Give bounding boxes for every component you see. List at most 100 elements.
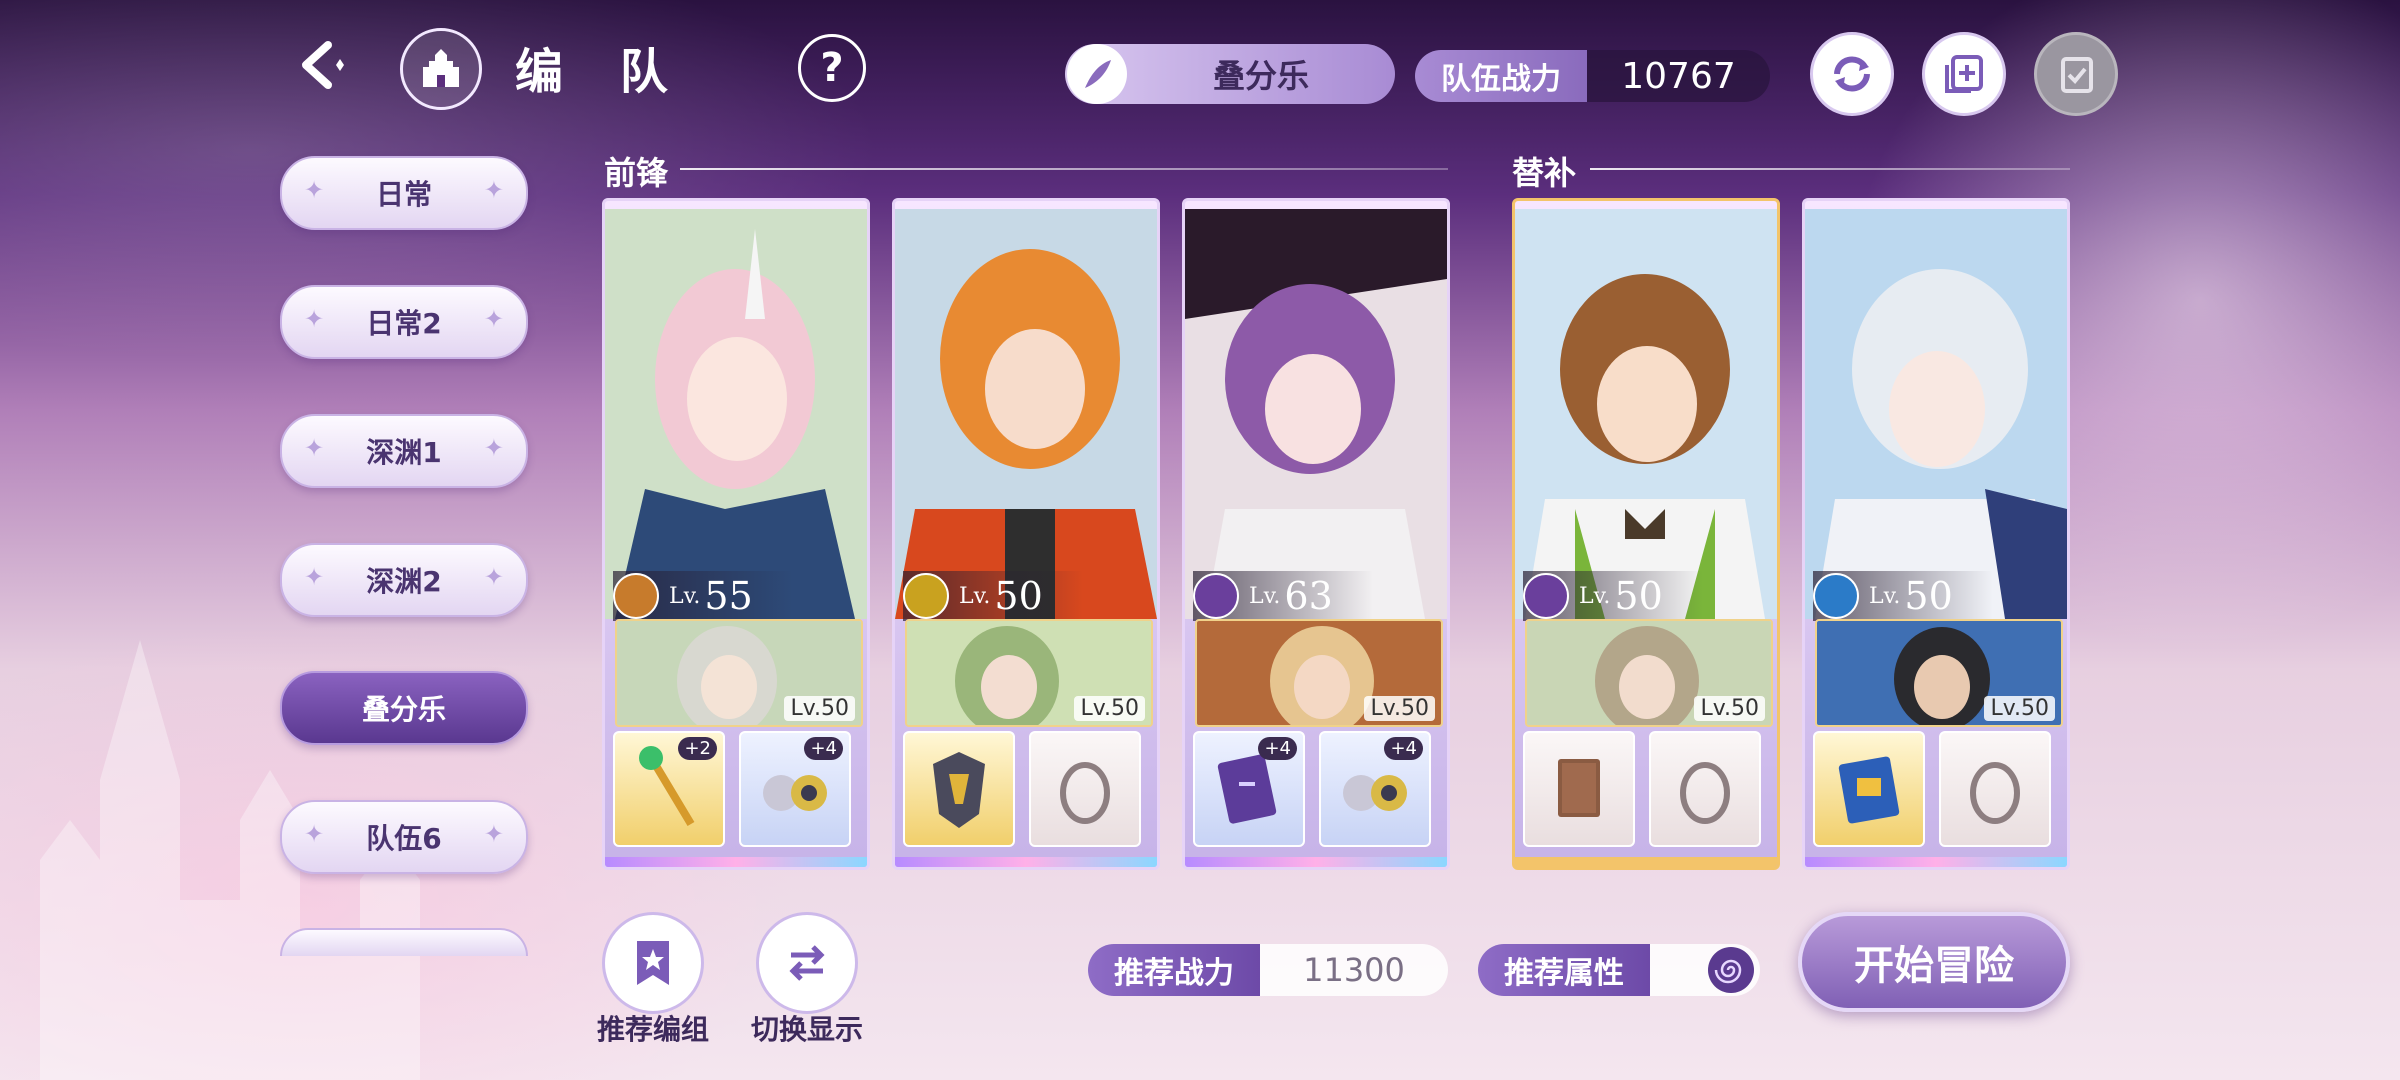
enhance-badge: +4 — [1384, 737, 1423, 760]
bench-card-1[interactable]: Lv. 50 Lv.50 — [1512, 198, 1780, 870]
switch-display-button[interactable]: 切换显示 — [751, 912, 864, 1048]
sidebar-item-partial[interactable] — [280, 928, 528, 956]
back-arrow-icon — [302, 41, 344, 89]
character-card-2[interactable]: Lv. 50 Lv.50 — [892, 198, 1160, 870]
sidebar-item-label: 日常2 — [366, 307, 442, 340]
start-adventure-button[interactable]: 开始冒险 — [1798, 912, 2070, 1012]
level-display: Lv. 50 — [1523, 571, 1703, 621]
section-divider — [1590, 168, 2070, 170]
sparkle-icon: ✦ — [483, 434, 504, 462]
book-icon — [1558, 759, 1600, 817]
sidebar-item-label: 队伍6 — [366, 822, 442, 855]
equip-slot-accessory-empty[interactable] — [1029, 731, 1141, 847]
element-water-icon — [1813, 573, 1859, 619]
equip-slot-accessory-empty[interactable] — [1939, 731, 2051, 847]
ring-icon — [1970, 762, 2020, 824]
level-display: Lv. 50 — [1813, 571, 1993, 621]
recommended-attr-label: 推荐属性 — [1478, 944, 1650, 996]
ring-icon — [1680, 762, 1730, 824]
card-rarity-strip — [895, 857, 1157, 867]
character-portrait — [1805, 209, 2067, 619]
page-title: 编 队 — [515, 44, 688, 100]
team-name: 叠分乐 — [1212, 57, 1309, 95]
section-bench-title: 替补 — [1512, 154, 1577, 192]
equip-slot-weapon-empty[interactable] — [1523, 731, 1635, 847]
sidebar-item-diefenle[interactable]: 叠分乐 — [280, 671, 528, 745]
bench-card-2[interactable]: Lv. 50 Lv.50 — [1802, 198, 2070, 870]
recommended-power-value: 11300 — [1303, 951, 1405, 989]
equip-slot-accessory[interactable]: +4 — [1319, 731, 1431, 847]
level-prefix: Lv. — [1249, 583, 1281, 609]
character-portrait — [895, 209, 1157, 619]
team-power-label: 队伍战力 — [1415, 50, 1587, 102]
sparkle-icon: ✦ — [483, 176, 504, 204]
swap-arrows-icon — [756, 912, 858, 1014]
level-display: Lv. 50 — [903, 571, 1083, 621]
recommend-team-button[interactable]: 推荐编组 — [597, 912, 709, 1048]
copy-add-button[interactable] — [1922, 32, 2006, 116]
support-character[interactable]: Lv.50 — [1525, 619, 1773, 727]
team-name-field[interactable]: 叠分乐 — [1065, 44, 1395, 104]
question-icon: ? — [820, 45, 844, 91]
equip-slot-weapon[interactable]: +4 — [1193, 731, 1305, 847]
feather-icon — [1067, 44, 1127, 104]
support-level: Lv.50 — [1694, 696, 1765, 721]
helmet-icon — [933, 752, 985, 828]
section-divider — [680, 168, 1448, 170]
help-button[interactable]: ? — [798, 34, 866, 102]
support-character[interactable]: Lv.50 — [1815, 619, 2063, 727]
equip-slot-weapon[interactable] — [1813, 731, 1925, 847]
sidebar-item-abyss2[interactable]: ✦ 深渊2 ✦ — [280, 543, 528, 617]
sidebar-item-daily[interactable]: ✦ 日常 ✦ — [280, 156, 528, 230]
sidebar-item-label: 深渊2 — [366, 565, 442, 598]
sparkle-icon: ✦ — [304, 434, 325, 462]
support-level: Lv.50 — [1364, 696, 1435, 721]
card-rarity-strip — [605, 857, 867, 867]
element-arcane-icon — [1523, 573, 1569, 619]
level-value: 50 — [1904, 574, 1953, 618]
enhance-badge: +4 — [804, 737, 843, 760]
sidebar-item-abyss1[interactable]: ✦ 深渊1 ✦ — [280, 414, 528, 488]
recommended-power: 推荐战力 11300 — [1088, 944, 1448, 996]
enhance-badge: +2 — [678, 737, 717, 760]
character-card-3[interactable]: Lv. 63 Lv.50 +4 +4 — [1182, 198, 1450, 870]
equip-slot-accessory[interactable]: +4 — [739, 731, 851, 847]
home-button[interactable] — [400, 28, 482, 110]
level-value: 50 — [994, 574, 1043, 618]
level-display: Lv. 55 — [613, 571, 793, 621]
tome-icon — [1838, 756, 1900, 824]
support-character[interactable]: Lv.50 — [615, 619, 863, 727]
equip-slot-accessory-empty[interactable] — [1649, 731, 1761, 847]
card-rarity-strip — [1805, 857, 2067, 867]
support-character[interactable]: Lv.50 — [905, 619, 1153, 727]
character-portrait — [605, 209, 867, 619]
element-fire-icon — [613, 573, 659, 619]
spiral-element-icon — [1708, 947, 1754, 993]
element-arcane-icon — [1193, 573, 1239, 619]
character-card-1[interactable]: Lv. 55 Lv.50 +2 +4 — [602, 198, 870, 870]
equip-slot-weapon[interactable] — [903, 731, 1015, 847]
bells-icon — [763, 775, 827, 811]
support-level: Lv.50 — [1074, 696, 1145, 721]
sparkle-icon: ✦ — [483, 820, 504, 848]
switch-display-label: 切换显示 — [751, 1013, 864, 1046]
sidebar-item-team6[interactable]: ✦ 队伍6 ✦ — [280, 800, 528, 874]
copy-add-icon — [1945, 55, 1983, 93]
level-prefix: Lv. — [959, 583, 991, 609]
bookmark-star-icon — [602, 912, 704, 1014]
back-button[interactable] — [282, 30, 362, 100]
sidebar-item-label: 叠分乐 — [361, 693, 446, 726]
refresh-button[interactable] — [1810, 32, 1894, 116]
support-level: Lv.50 — [1984, 696, 2055, 721]
support-character[interactable]: Lv.50 — [1195, 619, 1443, 727]
card-rarity-strip — [1515, 857, 1777, 867]
sparkle-icon: ✦ — [483, 305, 504, 333]
level-prefix: Lv. — [1579, 583, 1611, 609]
sparkle-icon: ✦ — [304, 563, 325, 591]
section-front-title: 前锋 — [604, 154, 669, 192]
level-prefix: Lv. — [669, 583, 701, 609]
sidebar-item-daily2[interactable]: ✦ 日常2 ✦ — [280, 285, 528, 359]
paste-button[interactable] — [2034, 32, 2118, 116]
equip-slot-weapon[interactable]: +2 — [613, 731, 725, 847]
character-portrait — [1515, 209, 1777, 619]
